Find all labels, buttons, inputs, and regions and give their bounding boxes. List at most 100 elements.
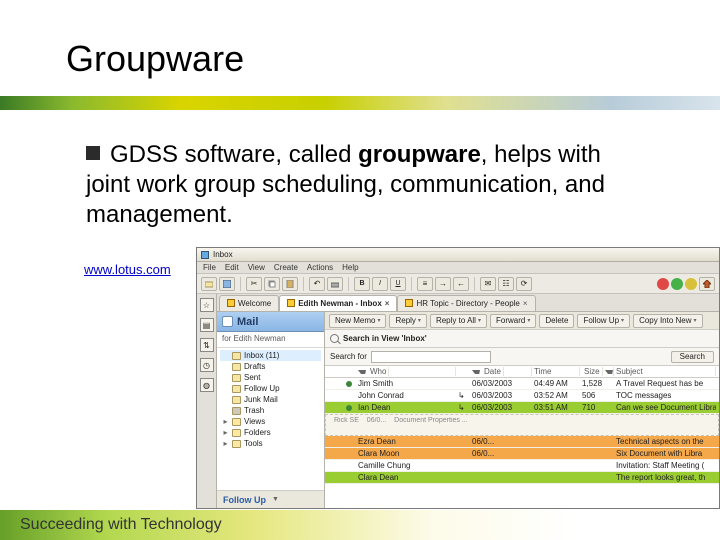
col-time[interactable]: Time bbox=[532, 367, 580, 376]
separator-icon bbox=[240, 277, 241, 291]
nav-folders[interactable]: ▸Folders bbox=[220, 427, 321, 438]
bold-icon[interactable]: B bbox=[354, 277, 370, 291]
expand-icon[interactable]: ▸ bbox=[222, 439, 229, 448]
chevron-down-icon[interactable]: ▼ bbox=[272, 496, 279, 503]
reply-all-button[interactable]: Reply to All▾ bbox=[430, 314, 487, 328]
db-icon[interactable]: ▤ bbox=[200, 318, 214, 332]
close-icon[interactable]: × bbox=[523, 299, 528, 308]
list-icon[interactable]: ≡ bbox=[417, 277, 433, 291]
refresh-icon[interactable]: ⟳ bbox=[516, 277, 532, 291]
message-row[interactable]: John Conrad↳06/03/200303:52 AM506TOC mes… bbox=[325, 390, 719, 402]
tab-directory[interactable]: HR Topic - Directory - People× bbox=[397, 295, 535, 311]
forward-button[interactable]: Forward▾ bbox=[490, 314, 536, 328]
tab-welcome[interactable]: Welcome bbox=[219, 295, 279, 311]
new-memo-button[interactable]: New Memo▾ bbox=[329, 314, 386, 328]
bookmark-icon[interactable]: ☆ bbox=[200, 298, 214, 312]
mail-icon bbox=[222, 316, 233, 327]
footer-text: Succeeding with Technology bbox=[20, 516, 222, 534]
nav-followup[interactable]: Follow Up bbox=[220, 383, 321, 394]
message-rows: Jim Smith06/03/200304:49 AM1,528A Travel… bbox=[325, 378, 719, 508]
inbox-icon bbox=[232, 352, 241, 360]
reply-button[interactable]: Reply▾ bbox=[389, 314, 426, 328]
nav-subheader: for Edith Newman bbox=[217, 332, 324, 348]
nav-sent[interactable]: Sent bbox=[220, 372, 321, 383]
col-subject[interactable]: Subject bbox=[614, 367, 716, 376]
indent-icon[interactable]: → bbox=[435, 277, 451, 291]
tab-inbox[interactable]: Edith Newman - Inbox× bbox=[279, 295, 397, 311]
message-row[interactable]: Camille ChungInvitation: Staff Meeting ( bbox=[325, 460, 719, 472]
undo-icon[interactable]: ↶ bbox=[309, 277, 325, 291]
app-titlebar: Inbox bbox=[197, 248, 719, 262]
nav-column: Mail for Edith Newman Inbox (11) Drafts … bbox=[217, 312, 325, 508]
italic-icon[interactable]: I bbox=[372, 277, 388, 291]
col-size[interactable]: Size bbox=[580, 367, 614, 376]
status-dot-red-icon[interactable] bbox=[657, 278, 669, 290]
open-icon[interactable] bbox=[201, 277, 217, 291]
menu-item[interactable]: File bbox=[203, 263, 216, 272]
copy-icon[interactable] bbox=[264, 277, 280, 291]
junk-icon bbox=[232, 396, 241, 404]
follow-bar: Follow Up ▼ bbox=[217, 490, 324, 508]
attach-icon[interactable]: ✉ bbox=[480, 277, 496, 291]
nav-tree: Inbox (11) Drafts Sent Follow Up Junk Ma… bbox=[217, 348, 324, 490]
history-icon[interactable]: ◷ bbox=[200, 358, 214, 372]
menu-item[interactable]: Create bbox=[274, 263, 298, 272]
paste-icon[interactable] bbox=[282, 277, 298, 291]
message-row[interactable]: Clara Moon06/0...Six Document with Libra bbox=[325, 448, 719, 460]
web-icon[interactable]: ◍ bbox=[200, 378, 214, 392]
search-button[interactable]: Search bbox=[671, 351, 714, 363]
slide-title: Groupware bbox=[66, 38, 244, 80]
sent-icon bbox=[232, 374, 241, 382]
col-who[interactable]: Who bbox=[356, 367, 456, 376]
folder-icon bbox=[232, 429, 241, 437]
calendar-icon[interactable]: ☷ bbox=[498, 277, 514, 291]
menu-item[interactable]: Actions bbox=[307, 263, 333, 272]
expand-icon[interactable]: ▸ bbox=[222, 428, 229, 437]
trash-icon bbox=[232, 407, 241, 415]
groupware-screenshot: Inbox File Edit View Create Actions Help… bbox=[196, 247, 720, 509]
follow-link[interactable]: Follow Up bbox=[223, 495, 266, 505]
message-row[interactable]: Ian Dean↳06/03/200303:51 AM710Can we see… bbox=[325, 402, 719, 414]
tab-icon bbox=[405, 299, 413, 307]
menu-item[interactable]: Edit bbox=[225, 263, 239, 272]
delete-button[interactable]: Delete bbox=[539, 314, 574, 328]
expand-icon[interactable]: ▸ bbox=[222, 417, 229, 426]
tab-icon bbox=[227, 299, 235, 307]
separator-icon bbox=[303, 277, 304, 291]
copy-into-button[interactable]: Copy Into New▾ bbox=[633, 314, 702, 328]
folder-icon bbox=[232, 440, 241, 448]
menu-item[interactable]: View bbox=[248, 263, 265, 272]
status-dot-yellow-icon[interactable] bbox=[685, 278, 697, 290]
column-headers: Who Date Time Size Subject bbox=[325, 366, 719, 378]
message-row[interactable]: Jim Smith06/03/200304:49 AM1,528A Travel… bbox=[325, 378, 719, 390]
followup-button[interactable]: Follow Up▾ bbox=[577, 314, 630, 328]
message-row[interactable]: Clara DeanThe report looks great, th bbox=[325, 472, 719, 484]
search-label: Search in View 'Inbox' bbox=[343, 334, 427, 343]
home-icon[interactable] bbox=[699, 277, 715, 291]
print-icon[interactable] bbox=[327, 277, 343, 291]
underline-icon[interactable]: U bbox=[390, 277, 406, 291]
col-date[interactable]: Date bbox=[470, 367, 532, 376]
unread-dot-icon bbox=[346, 405, 352, 411]
status-dot-green-icon[interactable] bbox=[671, 278, 683, 290]
nav-inbox[interactable]: Inbox (11) bbox=[220, 350, 321, 361]
message-row[interactable]: Ezra Dean06/0...Technical aspects on the bbox=[325, 436, 719, 448]
action-bar: New Memo▾ Reply▾ Reply to All▾ Forward▾ … bbox=[325, 312, 719, 330]
replication-icon[interactable]: ⇅ bbox=[200, 338, 214, 352]
menu-item[interactable]: Help bbox=[342, 263, 358, 272]
nav-tools[interactable]: ▸Tools bbox=[220, 438, 321, 449]
nav-views[interactable]: ▸Views bbox=[220, 416, 321, 427]
close-icon[interactable]: × bbox=[385, 299, 390, 308]
nav-drafts[interactable]: Drafts bbox=[220, 361, 321, 372]
search-for-label: Search for bbox=[330, 352, 367, 361]
nav-trash[interactable]: Trash bbox=[220, 405, 321, 416]
cut-icon[interactable]: ✂ bbox=[246, 277, 262, 291]
nav-junk[interactable]: Junk Mail bbox=[220, 394, 321, 405]
outdent-icon[interactable]: ← bbox=[453, 277, 469, 291]
property-popup: Rick SE 06/0... Document Properties ... bbox=[325, 414, 719, 436]
unread-dot-icon bbox=[346, 381, 352, 387]
search-input[interactable] bbox=[371, 351, 491, 363]
save-icon[interactable] bbox=[219, 277, 235, 291]
separator-icon bbox=[348, 277, 349, 291]
lotus-link[interactable]: www.lotus.com bbox=[84, 262, 171, 277]
